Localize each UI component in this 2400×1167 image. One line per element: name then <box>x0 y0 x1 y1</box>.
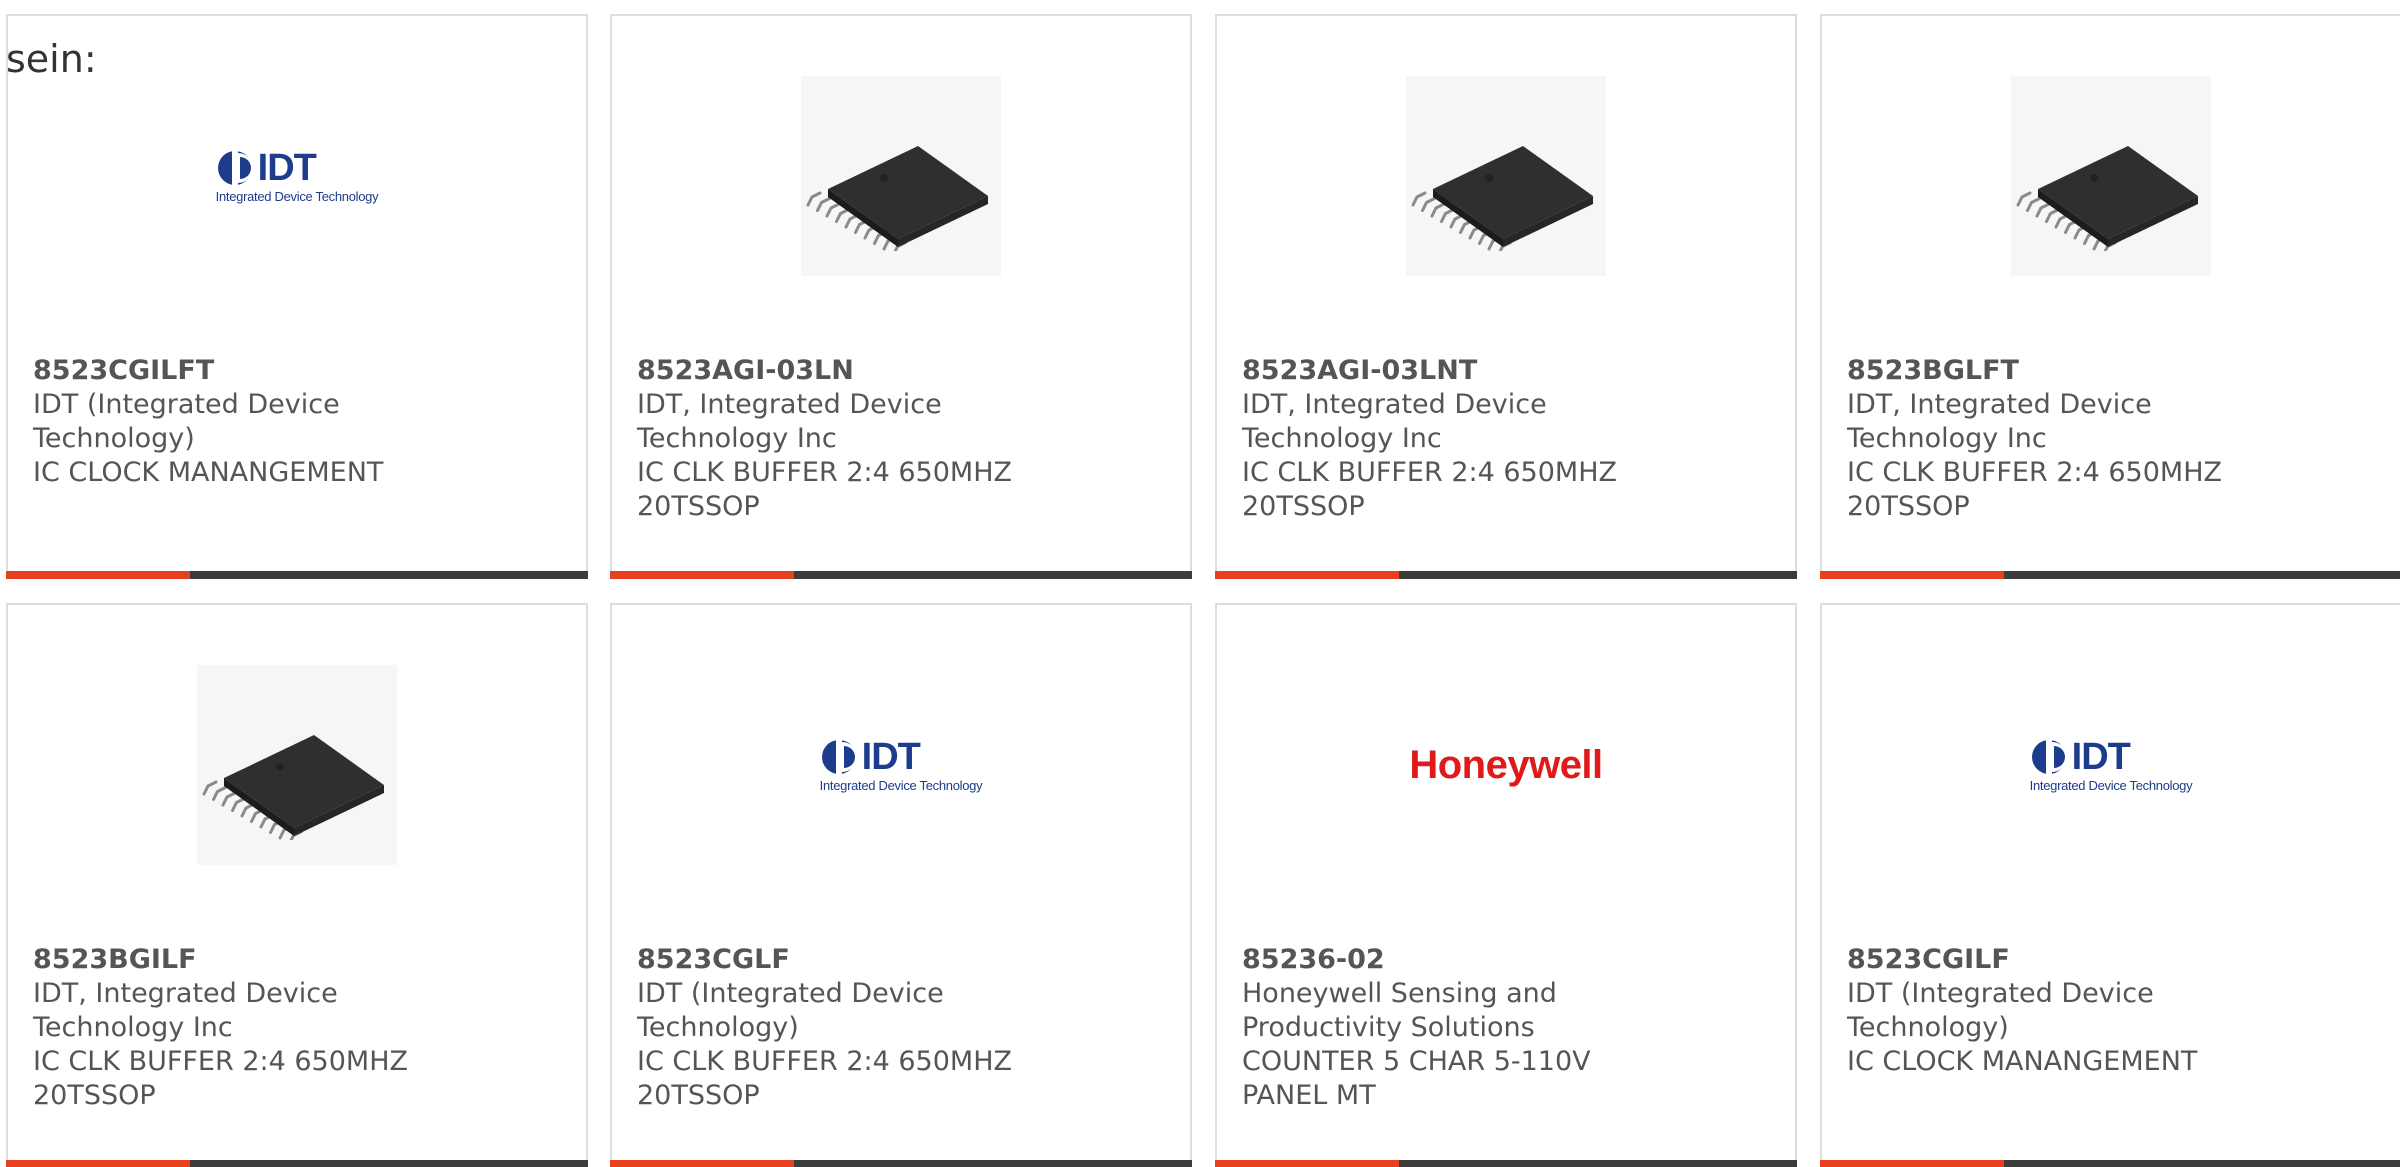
idt-emblem-icon <box>2031 739 2067 774</box>
product-card[interactable]: 8523BGILF IDT, Integrated Device Technolo… <box>6 603 588 1167</box>
manufacturer-name: IDT, Integrated Device Technology Inc <box>637 389 942 454</box>
part-number-link[interactable]: 8523CGILFT <box>33 354 453 388</box>
manufacturer-name: IDT (Integrated Device Technology) <box>1847 978 2154 1043</box>
idt-logo-subtext: Integrated Device Technology <box>215 188 379 204</box>
tssop-chip-image <box>1406 76 1606 276</box>
product-image[interactable]: IDT Integrated Device Technology <box>612 665 1190 865</box>
product-info: 8523CGILFT IDT (Integrated Device Technol… <box>33 354 453 490</box>
manufacturer-name: IDT (Integrated Device Technology) <box>33 389 340 454</box>
manufacturer-name: Honeywell Sensing and Productivity Solut… <box>1242 978 1557 1043</box>
card-bottom-bar <box>6 571 588 579</box>
dark-bar-segment <box>794 571 1192 579</box>
product-description: IC CLK BUFFER 2:4 650MHZ 20TSSOP <box>637 457 1012 522</box>
idt-logo-text: IDT <box>861 735 921 778</box>
dark-bar-segment <box>190 571 588 579</box>
manufacturer-name: IDT, Integrated Device Technology Inc <box>1847 389 2152 454</box>
product-card[interactable]: IDT Integrated Device Technology 8523CGILF… <box>1820 603 2400 1167</box>
accent-bar-segment <box>610 571 794 579</box>
product-description: IC CLK BUFFER 2:4 650MHZ 20TSSOP <box>1847 457 2222 522</box>
card-bottom-bar <box>610 571 1192 579</box>
dark-bar-segment <box>1399 1160 1797 1167</box>
dark-bar-segment <box>2004 1160 2400 1167</box>
tssop-chip-image <box>197 665 397 865</box>
product-image[interactable] <box>8 665 586 865</box>
manufacturer-name: IDT, Integrated Device Technology Inc <box>33 978 338 1043</box>
accent-bar-segment <box>6 1160 190 1167</box>
product-image[interactable]: Honeywell <box>1217 665 1795 865</box>
product-description: IC CLK BUFFER 2:4 650MHZ 20TSSOP <box>33 1046 408 1111</box>
honeywell-logo: Honeywell <box>1409 742 1603 787</box>
accent-bar-segment <box>1215 1160 1399 1167</box>
product-description: COUNTER 5 CHAR 5-110V PANEL MT <box>1242 1046 1591 1111</box>
product-info: 8523CGILF IDT (Integrated Device Technolo… <box>1847 943 2267 1079</box>
idt-logo: IDT Integrated Device Technology <box>216 149 379 204</box>
product-info: 8523BGLFT IDT, Integrated Device Technolo… <box>1847 354 2267 524</box>
product-image[interactable]: IDT Integrated Device Technology <box>8 76 586 276</box>
idt-logo: IDT Integrated Device Technology <box>820 738 983 793</box>
card-bottom-bar <box>1820 1160 2400 1167</box>
part-number-link[interactable]: 8523BGLFT <box>1847 354 2267 388</box>
accent-bar-segment <box>1820 1160 2004 1167</box>
card-bottom-bar <box>1820 571 2400 579</box>
card-bottom-bar <box>1215 571 1797 579</box>
manufacturer-name: IDT (Integrated Device Technology) <box>637 978 944 1043</box>
part-number-link[interactable]: 8523CGLF <box>637 943 1057 977</box>
dark-bar-segment <box>794 1160 1192 1167</box>
accent-bar-segment <box>1215 571 1399 579</box>
idt-emblem-icon <box>217 150 253 185</box>
part-number-link[interactable]: 8523CGILF <box>1847 943 2267 977</box>
accent-bar-segment <box>1820 571 2004 579</box>
part-number-link[interactable]: 85236-02 <box>1242 943 1662 977</box>
tssop-chip-image <box>801 76 1001 276</box>
tssop-chip-image <box>2011 76 2211 276</box>
product-info: 8523AGI-03LN IDT, Integrated Device Techn… <box>637 354 1057 524</box>
product-card[interactable]: IDT Integrated Device Technology 8523CGILF… <box>6 14 588 579</box>
product-info: 8523CGLF IDT (Integrated Device Technolog… <box>637 943 1057 1113</box>
idt-logo-text: IDT <box>257 146 317 189</box>
product-card[interactable]: 8523AGI-03LN IDT, Integrated Device Techn… <box>610 14 1192 579</box>
idt-logo-subtext: Integrated Device Technology <box>819 777 983 793</box>
product-card[interactable]: 8523AGI-03LNT IDT, Integrated Device Tech… <box>1215 14 1797 579</box>
product-image[interactable] <box>1822 76 2400 276</box>
dark-bar-segment <box>2004 571 2400 579</box>
card-bottom-bar <box>6 1160 588 1167</box>
card-bottom-bar <box>610 1160 1192 1167</box>
product-description: IC CLOCK MANANGEMENT <box>33 457 384 488</box>
product-description: IC CLOCK MANANGEMENT <box>1847 1046 2198 1077</box>
idt-logo-text: IDT <box>2071 735 2131 778</box>
product-info: 8523AGI-03LNT IDT, Integrated Device Tech… <box>1242 354 1662 524</box>
product-image[interactable] <box>1217 76 1795 276</box>
card-bottom-bar <box>1215 1160 1797 1167</box>
product-info: 8523BGILF IDT, Integrated Device Technolo… <box>33 943 453 1113</box>
product-image[interactable]: IDT Integrated Device Technology <box>1822 665 2400 865</box>
part-number-link[interactable]: 8523AGI-03LN <box>637 354 1057 388</box>
dark-bar-segment <box>1399 571 1797 579</box>
product-info: 85236-02 Honeywell Sensing and Productivi… <box>1242 943 1662 1113</box>
product-image[interactable] <box>612 76 1190 276</box>
product-grid-page: sein: IDT Integrated Device Technology 852… <box>0 0 2400 1167</box>
product-card[interactable]: IDT Integrated Device Technology 8523CGLF I… <box>610 603 1192 1167</box>
product-description: IC CLK BUFFER 2:4 650MHZ 20TSSOP <box>1242 457 1617 522</box>
part-number-link[interactable]: 8523BGILF <box>33 943 453 977</box>
idt-logo: IDT Integrated Device Technology <box>2030 738 2193 793</box>
part-number-link[interactable]: 8523AGI-03LNT <box>1242 354 1662 388</box>
idt-emblem-icon <box>821 739 857 774</box>
manufacturer-name: IDT, Integrated Device Technology Inc <box>1242 389 1547 454</box>
product-description: IC CLK BUFFER 2:4 650MHZ 20TSSOP <box>637 1046 1012 1111</box>
accent-bar-segment <box>6 571 190 579</box>
idt-logo-subtext: Integrated Device Technology <box>2029 777 2193 793</box>
dark-bar-segment <box>190 1160 588 1167</box>
intro-text: sein: <box>6 37 97 81</box>
accent-bar-segment <box>610 1160 794 1167</box>
product-card[interactable]: Honeywell 85236-02 Honeywell Sensing and P… <box>1215 603 1797 1167</box>
product-card[interactable]: 8523BGLFT IDT, Integrated Device Technolo… <box>1820 14 2400 579</box>
